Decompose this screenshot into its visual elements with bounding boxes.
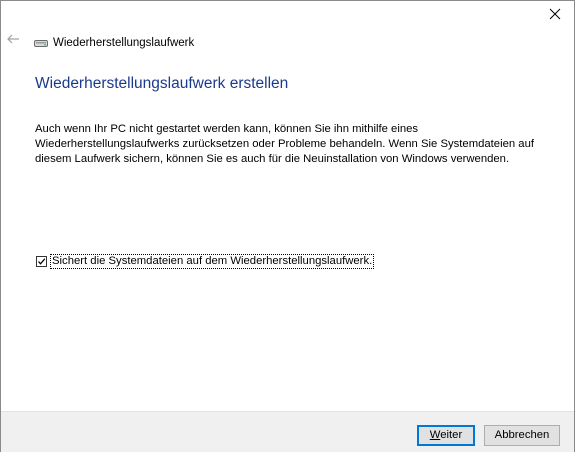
- recovery-drive-window: Wiederherstellungslaufwerk Wiederherstel…: [0, 0, 575, 452]
- close-button[interactable]: [542, 3, 568, 25]
- back-arrow-icon: [7, 34, 19, 44]
- drive-icon: [34, 40, 48, 47]
- cancel-button[interactable]: Abbrechen: [484, 425, 560, 446]
- next-button[interactable]: Weiter: [417, 425, 475, 446]
- checkmark-icon: [38, 258, 46, 265]
- close-icon: [549, 8, 561, 20]
- back-button[interactable]: [6, 32, 22, 48]
- backup-checkbox-label[interactable]: Sichert die Systemdateien auf dem Wieder…: [50, 254, 375, 269]
- dialog-footer: Weiter Abbrechen: [1, 411, 574, 452]
- backup-checkbox[interactable]: [36, 256, 47, 267]
- title-bar: Wiederherstellungslaufwerk: [34, 35, 194, 51]
- page-heading: Wiederherstellungslaufwerk erstellen: [35, 75, 289, 92]
- description-text: Auch wenn Ihr PC nicht gestartet werden …: [35, 123, 535, 165]
- window-title: Wiederherstellungslaufwerk: [53, 37, 195, 49]
- backup-system-files-option[interactable]: Sichert die Systemdateien auf dem Wieder…: [36, 254, 375, 269]
